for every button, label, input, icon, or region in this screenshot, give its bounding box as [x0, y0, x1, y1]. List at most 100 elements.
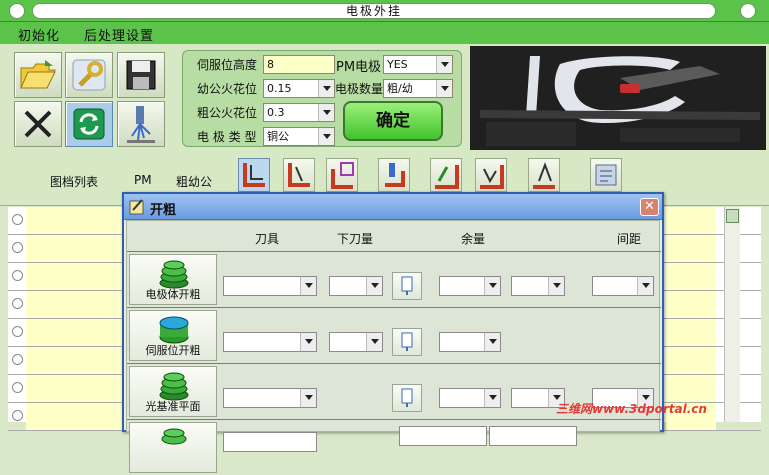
row-label: 光基准平面: [145, 400, 201, 413]
servo-rough-button[interactable]: 伺服位开粗: [129, 310, 217, 361]
parameter-panel: 伺服位高度 8 幼公火花位 0.15 粗公火花位 0.3 电 极 类 型 铜公 …: [182, 50, 462, 147]
tool-select[interactable]: [223, 388, 317, 408]
row-radio[interactable]: [12, 242, 23, 253]
roughing-row: 电极体开粗: [127, 251, 661, 307]
finish-tab-icon[interactable]: [326, 158, 358, 192]
dialog-title-bar: 开粗 ✕: [124, 194, 662, 220]
spark-tool-button[interactable]: [117, 101, 165, 147]
row-radio[interactable]: [12, 354, 23, 365]
datum-plane-button[interactable]: 光基准平面: [129, 366, 217, 417]
tool-icon: [401, 332, 413, 351]
wrench-icon: [72, 59, 106, 91]
tool-select[interactable]: [223, 276, 317, 296]
menu-postprocess-settings[interactable]: 后处理设置: [84, 25, 154, 44]
tool-preview-button[interactable]: [392, 328, 422, 356]
stacked-layers-icon: [159, 372, 189, 401]
cylinder-icon: [159, 316, 189, 344]
row-label: 伺服位开粗: [145, 344, 201, 357]
table-cell: [666, 207, 716, 234]
down-amount-select[interactable]: [329, 276, 383, 296]
tool-select[interactable]: [223, 332, 317, 352]
fine-spark-label: 幼公火花位: [197, 82, 258, 96]
tab-rough-fine[interactable]: 粗幼公: [176, 173, 212, 190]
electrode-body-rough-button[interactable]: 电极体开粗: [129, 254, 217, 305]
refresh-button[interactable]: [65, 101, 113, 147]
down-amount-select[interactable]: [329, 332, 383, 352]
row-radio[interactable]: [12, 214, 23, 225]
row-radio[interactable]: [12, 410, 23, 421]
semi-finish-tab-icon[interactable]: [283, 158, 315, 192]
pm-electrode-select[interactable]: YES: [383, 55, 453, 74]
tool-select[interactable]: [223, 432, 317, 452]
powermill-logo-graphic: [470, 46, 766, 150]
pm-electrode-value: YES: [387, 58, 408, 71]
settings-button[interactable]: [65, 52, 113, 98]
fine-spark-select[interactable]: 0.15: [263, 79, 335, 98]
spark-gap-tab-icon[interactable]: [378, 158, 410, 192]
row-radio[interactable]: [12, 298, 23, 309]
window-control-icon[interactable]: [740, 3, 756, 19]
table-cell: [666, 291, 716, 318]
postprocess-tab-icon[interactable]: [590, 158, 622, 192]
open-folder-icon: [20, 60, 56, 89]
chevron-down-icon: [484, 333, 500, 351]
table-cell: [666, 347, 716, 374]
allowance-select-1[interactable]: [439, 388, 501, 408]
electrode-type-select[interactable]: 铜公: [263, 127, 335, 146]
menu-initialize[interactable]: 初始化: [18, 25, 60, 44]
table-cell: [666, 319, 716, 346]
row-radio[interactable]: [12, 326, 23, 337]
chevron-down-icon: [484, 389, 500, 407]
extra-rough-button[interactable]: [129, 422, 217, 473]
tool-preview-button[interactable]: [392, 384, 422, 412]
tool-icon: [401, 276, 413, 295]
spacing-select[interactable]: [592, 276, 654, 296]
side-finish-tab-icon[interactable]: [430, 158, 462, 192]
rough-spark-label: 粗公火花位: [197, 106, 258, 120]
row-radio[interactable]: [12, 270, 23, 281]
tab-file-list[interactable]: 图档列表: [50, 173, 98, 190]
allowance-select-1[interactable]: [439, 276, 501, 296]
chevron-down-icon: [637, 277, 653, 295]
option-select[interactable]: [489, 426, 577, 446]
roughing-tab-icon[interactable]: [238, 158, 270, 192]
column-header-tool: 刀具: [255, 232, 280, 246]
column-header-spacing: 间距: [617, 232, 642, 246]
servo-height-label: 伺服位高度: [197, 58, 258, 72]
tool-preview-button[interactable]: [392, 272, 422, 300]
window-title: 电极外挂: [32, 3, 716, 19]
tool-icon: [401, 388, 413, 407]
row-radio[interactable]: [12, 382, 23, 393]
confirm-button[interactable]: 确定: [343, 101, 443, 141]
window-menu-icon[interactable]: [9, 3, 25, 19]
tab-pm[interactable]: PM: [134, 173, 152, 187]
dialog-app-icon: [129, 199, 144, 215]
servo-height-field[interactable]: 8: [263, 55, 335, 74]
chevron-down-icon: [318, 80, 334, 97]
clearance-tab-icon[interactable]: [528, 158, 560, 192]
watermark-text: 三维网www.3dportal.cn: [556, 402, 707, 416]
delete-button[interactable]: [14, 101, 62, 147]
option-select[interactable]: [399, 426, 487, 446]
chevron-down-icon: [366, 277, 382, 295]
refresh-icon: [73, 108, 105, 140]
row-label: 电极体开粗: [145, 288, 201, 301]
vertical-scrollbar[interactable]: [724, 207, 740, 422]
rough-spark-select[interactable]: 0.3: [263, 103, 335, 122]
table-cell: [666, 375, 716, 402]
roughing-dialog: 开粗 ✕ 刀具 下刀量 余量 间距 电极体开粗 伺服位开粗 光基准平面: [122, 192, 664, 473]
save-button[interactable]: [117, 52, 165, 98]
pm-electrode-label: PM电极: [336, 60, 382, 75]
electrode-count-value: 粗/幼: [387, 82, 413, 95]
close-button[interactable]: ✕: [640, 198, 659, 216]
electrode-type-label: 电 极 类 型: [197, 130, 257, 144]
open-folder-button[interactable]: [14, 52, 62, 98]
floppy-disk-icon: [126, 60, 156, 90]
powermill-logo-image: [470, 46, 766, 150]
allowance-select-1[interactable]: [439, 332, 501, 352]
corner-tab-icon[interactable]: [475, 158, 507, 192]
allowance-select-2[interactable]: [511, 276, 565, 296]
scrollbar-thumb[interactable]: [726, 209, 739, 223]
electrode-type-value: 铜公: [267, 130, 289, 143]
electrode-count-select[interactable]: 粗/幼: [383, 79, 453, 98]
